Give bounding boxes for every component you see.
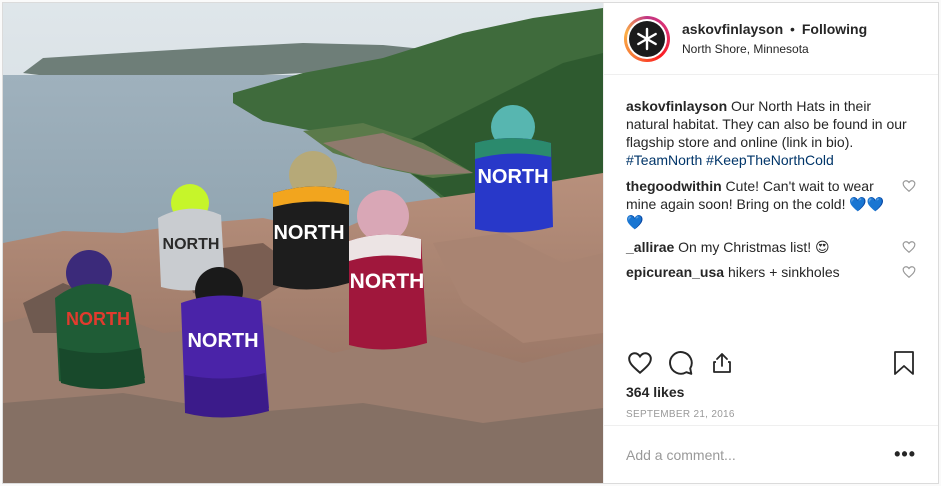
comment-button[interactable] — [667, 349, 695, 377]
comment-like-heart-icon[interactable] — [902, 265, 916, 279]
share-icon — [713, 353, 731, 373]
hat-maroon-label: NORTH — [350, 270, 425, 293]
more-options-icon[interactable]: ••• — [894, 444, 916, 465]
comment-text: hikers + sinkholes — [727, 264, 840, 280]
comment-username[interactable]: _allirae — [626, 239, 674, 255]
comment-like-heart-icon[interactable] — [902, 240, 916, 254]
comments-list: askovfinlayson Our North Hats in their n… — [604, 75, 938, 281]
hat-grey-label: NORTH — [163, 236, 220, 253]
bookmark-icon — [894, 351, 914, 375]
comment-item: thegoodwithin Cute! Can't wait to wear m… — [626, 177, 916, 231]
instagram-post: NORTH NORTH NORTH NORTH NORTH NORTH asko… — [2, 2, 939, 484]
hat-blue-label: NORTH — [477, 166, 548, 188]
following-button[interactable]: Following — [802, 21, 867, 37]
hat-maroon: NORTH — [349, 190, 427, 350]
comment-username[interactable]: thegoodwithin — [626, 178, 722, 194]
hashtag-link[interactable]: #KeepTheNorthCold — [706, 152, 834, 168]
header-separator: • — [790, 21, 795, 37]
save-button[interactable] — [890, 349, 918, 377]
hat-green: NORTH — [55, 250, 145, 389]
location-link[interactable]: North Shore, Minnesota — [682, 41, 867, 57]
caption: askovfinlayson Our North Hats in their n… — [626, 97, 908, 169]
comment-text: On my Christmas list! 😍 — [678, 239, 830, 255]
brand-logo — [629, 20, 665, 57]
action-bar — [626, 347, 918, 379]
post-sidebar: askovfinlayson • Following North Shore, … — [603, 3, 938, 483]
comment-item: epicurean_usa hikers + sinkholes — [626, 263, 916, 281]
avatar[interactable] — [624, 15, 670, 62]
hashtag-link[interactable]: #TeamNorth — [626, 152, 702, 168]
add-comment-bar: ••• — [604, 425, 938, 483]
hat-purple-label: NORTH — [187, 330, 258, 352]
likes-count[interactable]: 364 likes — [626, 384, 684, 400]
hats-layer: NORTH NORTH NORTH NORTH NORTH NORTH — [55, 105, 553, 418]
comment-username[interactable]: epicurean_usa — [626, 264, 724, 280]
hat-blue: NORTH — [475, 105, 553, 233]
heart-icon — [628, 352, 652, 375]
post-header: askovfinlayson • Following North Shore, … — [604, 3, 938, 75]
hat-black-label: NORTH — [273, 222, 344, 244]
post-photo[interactable]: NORTH NORTH NORTH NORTH NORTH NORTH — [3, 3, 603, 483]
hat-green-label: NORTH — [66, 309, 130, 329]
header-username[interactable]: askovfinlayson — [682, 21, 783, 37]
share-button[interactable] — [708, 349, 736, 377]
caption-username[interactable]: askovfinlayson — [626, 98, 727, 114]
asterisk-logo-icon — [637, 27, 657, 50]
comment-icon — [669, 351, 693, 375]
add-comment-input[interactable] — [626, 446, 895, 463]
hat-black: NORTH — [273, 151, 349, 290]
comment-like-heart-icon[interactable] — [902, 179, 916, 193]
comment-item: _allirae On my Christmas list! 😍 — [626, 238, 916, 256]
like-button[interactable] — [626, 349, 654, 377]
post-date: SEPTEMBER 21, 2016 — [626, 409, 735, 420]
